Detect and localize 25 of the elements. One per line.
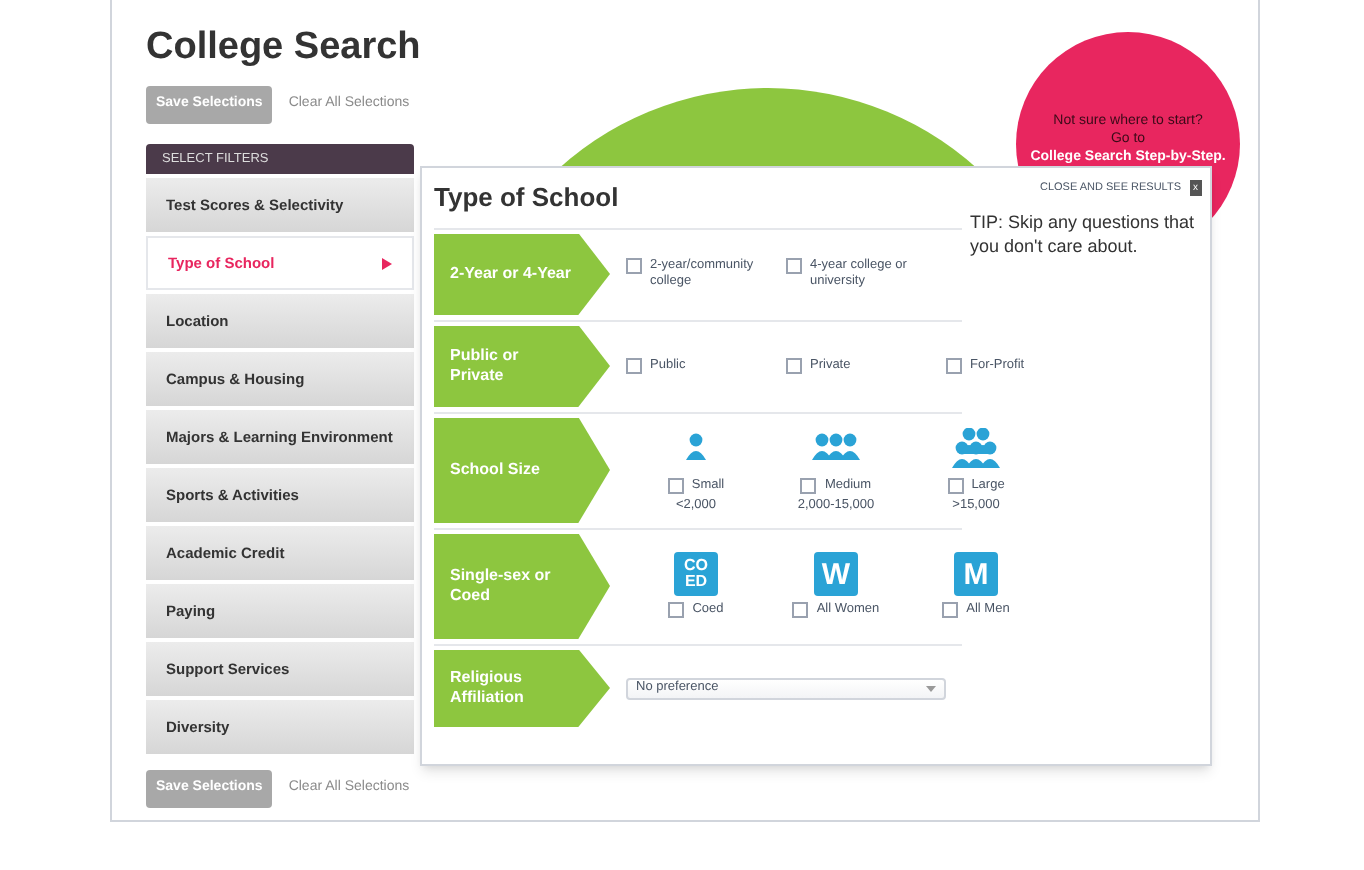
- filter-label: School Size: [434, 417, 610, 523]
- page-title: College Search: [146, 28, 421, 66]
- filter-label: Religious Affiliation: [434, 649, 610, 727]
- checkbox[interactable]: [667, 477, 684, 494]
- letter-tile-icon: W: [814, 552, 858, 597]
- checkbox[interactable]: [942, 602, 959, 618]
- checkbox[interactable]: [786, 257, 802, 274]
- caret-icon: [926, 683, 936, 693]
- panel-title: Type of School: [434, 180, 621, 216]
- checkbox[interactable]: [792, 602, 809, 618]
- checkbox[interactable]: [947, 477, 964, 494]
- people-icon: [950, 427, 1002, 472]
- checkbox[interactable]: [946, 357, 962, 374]
- checkbox[interactable]: [668, 602, 685, 618]
- filter-label: Single-sex or Coed: [434, 533, 610, 639]
- letter-tile-icon: M: [954, 552, 998, 597]
- checkbox[interactable]: [800, 477, 817, 494]
- checkbox[interactable]: [626, 357, 642, 374]
- checkbox[interactable]: [626, 257, 642, 274]
- checkbox[interactable]: [786, 357, 802, 374]
- filter-label: Public or Private: [434, 325, 610, 407]
- filter-label: 2-Year or 4-Year: [434, 233, 610, 315]
- letter-tile-icon: CO ED: [674, 552, 718, 597]
- arrow-icon: [382, 257, 392, 270]
- tip-text: TIP: Skip any questions that you don't care about.: [970, 212, 1197, 258]
